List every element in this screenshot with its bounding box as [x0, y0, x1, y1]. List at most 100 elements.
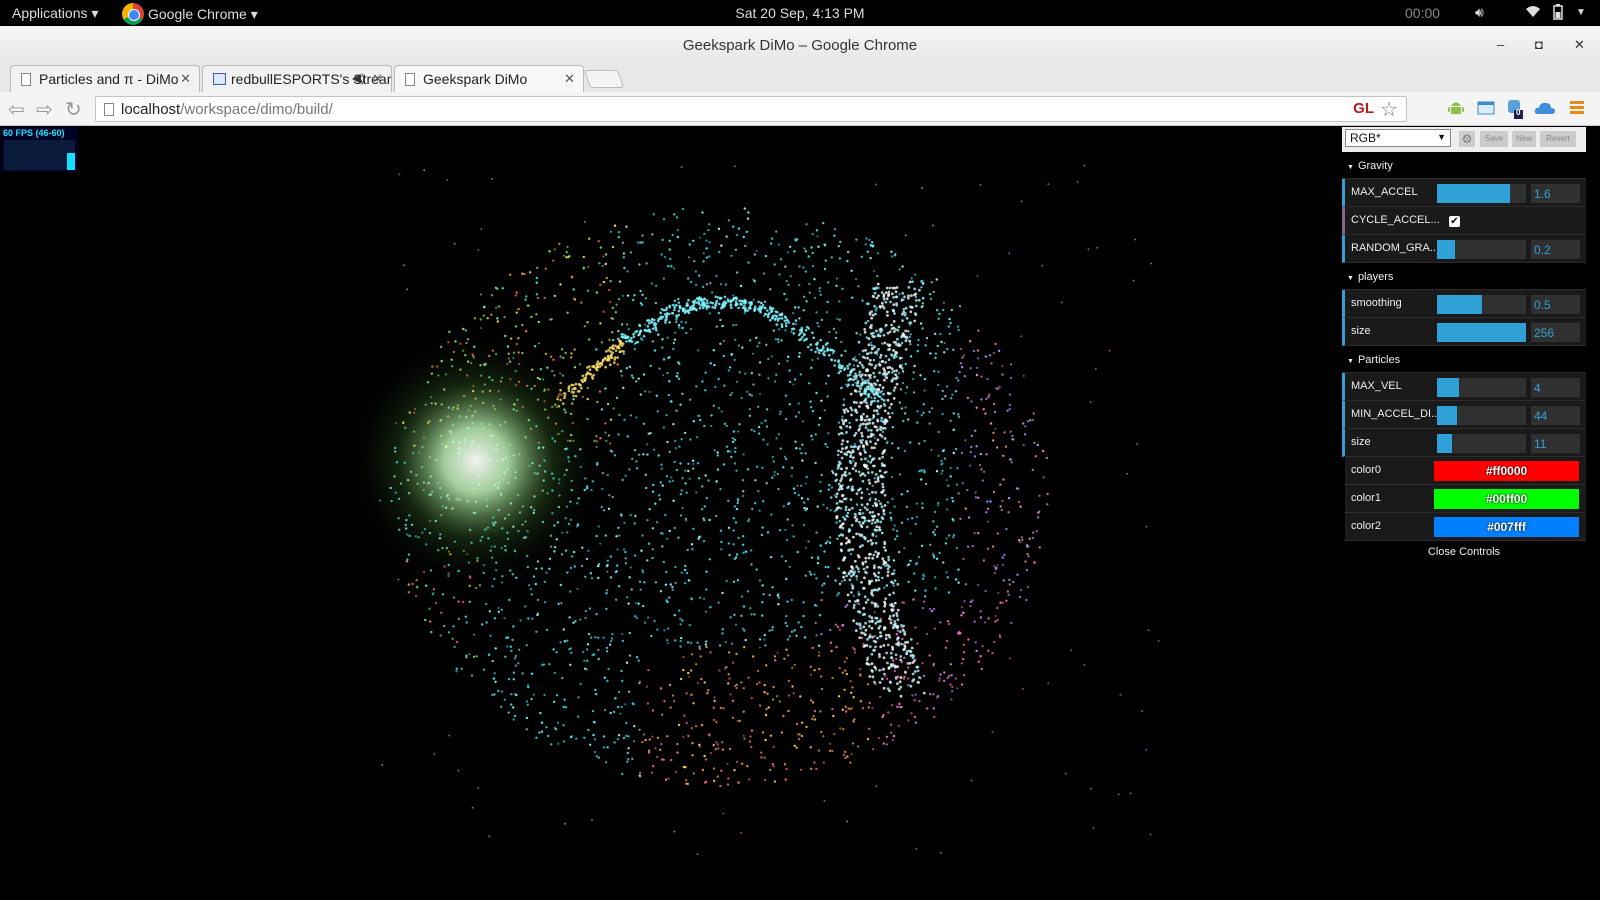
particle-size-slider[interactable] — [1437, 434, 1526, 453]
new-tab-button[interactable] — [583, 70, 625, 88]
smoothing-input[interactable]: 0.5 — [1531, 295, 1580, 314]
clock[interactable]: Sat 20 Sep, 4:13 PM — [0, 5, 1600, 21]
system-menu-arrow-icon[interactable]: ▼ — [1576, 7, 1586, 18]
control-max-vel[interactable]: MAX_VEL 4 — [1342, 373, 1586, 401]
preset-select[interactable]: RGB* ▼ — [1345, 129, 1451, 147]
player-size-input[interactable]: 256 — [1531, 323, 1580, 342]
control-label: MIN_ACCEL_DI... — [1351, 408, 1441, 420]
tab-label: redbullESPORTS's Stream — [231, 71, 392, 87]
cloud-extension-icon[interactable] — [1534, 99, 1555, 117]
tab-close-icon[interactable]: ✕ — [180, 71, 191, 87]
random-grav-input[interactable]: 0.2 — [1531, 240, 1580, 259]
control-cycle-accel[interactable]: CYCLE_ACCEL... ✔ — [1342, 207, 1586, 235]
tab-strip: Particles and π - DiMo ✕ redbullESPORTS'… — [0, 60, 1600, 92]
folder-gravity[interactable]: ▼ Gravity — [1342, 152, 1586, 179]
url-text[interactable]: localhost/workspace/dimo/build/ — [121, 101, 333, 118]
folder-open-icon: ▼ — [1347, 164, 1354, 171]
close-controls-button[interactable]: Close Controls — [1342, 541, 1586, 561]
audio-playing-icon[interactable]: ◀) — [352, 71, 365, 85]
control-label: MAX_VEL — [1351, 380, 1402, 392]
window-extension-icon[interactable] — [1477, 99, 1495, 117]
control-color2[interactable]: color2 #007fff — [1342, 513, 1586, 541]
gear-icon[interactable]: ⚙ — [1459, 131, 1475, 147]
extension-badge-count: 0 — [1516, 108, 1521, 117]
tab-label: Particles and π - DiMo — [39, 71, 179, 87]
notification-extension-icon[interactable]: 0 — [1506, 99, 1524, 119]
page-content: 60 FPS (46-60) RGB* ▼ ⚙ Save New Revert ▼… — [0, 127, 1600, 900]
tab-close-icon[interactable]: ✕ — [564, 71, 575, 87]
window-title: Geekspark DiMo – Google Chrome — [682, 37, 918, 54]
control-label: RANDOM_GRA... — [1351, 242, 1440, 254]
control-label: color1 — [1351, 492, 1381, 504]
reload-icon[interactable]: ↻ — [65, 97, 82, 122]
control-label: CYCLE_ACCEL... — [1351, 214, 1440, 226]
control-label: MAX_ACCEL — [1351, 186, 1418, 198]
preset-bar: RGB* ▼ ⚙ Save New Revert — [1342, 127, 1586, 152]
wifi-icon[interactable] — [1525, 4, 1541, 21]
address-bar[interactable]: localhost/workspace/dimo/build/ GL ☆ — [95, 96, 1407, 122]
color2-swatch[interactable]: #007fff — [1434, 517, 1579, 537]
browser-toolbar: ⇦ ⇨ ↻ localhost/workspace/dimo/build/ GL… — [0, 92, 1600, 126]
control-max-accel[interactable]: MAX_ACCEL 1.6 — [1342, 179, 1586, 207]
control-min-accel-dist[interactable]: MIN_ACCEL_DI... 44 — [1342, 401, 1586, 429]
control-random-grav[interactable]: RANDOM_GRA... 0.2 — [1342, 235, 1586, 263]
revert-button[interactable]: Revert — [1540, 131, 1576, 147]
battery-icon[interactable] — [1553, 4, 1563, 23]
control-player-size[interactable]: size 256 — [1342, 318, 1586, 346]
page-icon — [405, 73, 415, 86]
volume-icon[interactable]: 🔊︎ — [1475, 4, 1484, 21]
color1-swatch[interactable]: #00ff00 — [1434, 489, 1579, 509]
tab-particles[interactable]: Particles and π - DiMo ✕ — [10, 65, 200, 92]
bookmark-star-icon[interactable]: ☆ — [1380, 97, 1398, 122]
tab-redbull[interactable]: redbullESPORTS's Stream ◀) ✕ — [202, 65, 392, 92]
new-button[interactable]: New — [1512, 131, 1536, 147]
system-top-bar: Applications ▾ Google Chrome ▾ Sat 20 Se… — [0, 0, 1600, 26]
max-accel-slider[interactable] — [1437, 184, 1526, 203]
control-label: smoothing — [1351, 297, 1402, 309]
page-info-icon[interactable] — [104, 103, 114, 116]
tab-geekspark[interactable]: Geekspark DiMo ✕ — [394, 65, 584, 92]
max-vel-input[interactable]: 4 — [1531, 378, 1580, 397]
control-label: color0 — [1351, 464, 1381, 476]
tab-close-icon[interactable]: ✕ — [372, 71, 383, 87]
player-glow — [346, 331, 606, 591]
android-extension-icon[interactable] — [1447, 99, 1465, 117]
folder-open-icon: ▼ — [1347, 275, 1354, 282]
fps-graph — [4, 140, 75, 170]
control-label: size — [1351, 325, 1371, 337]
min-accel-dist-slider[interactable] — [1437, 406, 1526, 425]
webgl-badge[interactable]: GL — [1353, 100, 1374, 117]
cycle-accel-checkbox[interactable]: ✔ — [1449, 216, 1460, 227]
control-label: color2 — [1351, 520, 1381, 532]
fps-meter: 60 FPS (46-60) — [1, 127, 78, 172]
forward-icon[interactable]: ⇨ — [36, 97, 53, 122]
min-accel-dist-input[interactable]: 44 — [1531, 406, 1580, 425]
fps-bar — [67, 152, 75, 170]
max-accel-input[interactable]: 1.6 — [1531, 184, 1580, 203]
player-size-slider[interactable] — [1437, 323, 1526, 342]
control-color0[interactable]: color0 #ff0000 — [1342, 457, 1586, 485]
page-icon — [21, 73, 31, 86]
max-vel-slider[interactable] — [1437, 378, 1526, 397]
smoothing-slider[interactable] — [1437, 295, 1526, 314]
random-grav-slider[interactable] — [1437, 240, 1526, 259]
control-smoothing[interactable]: smoothing 0.5 — [1342, 290, 1586, 318]
particle-size-input[interactable]: 11 — [1531, 434, 1580, 453]
close-window-icon[interactable]: ✕ — [1574, 37, 1585, 53]
chevron-down-icon: ▼ — [1437, 132, 1446, 142]
tab-label: Geekspark DiMo — [423, 71, 528, 87]
color0-swatch[interactable]: #ff0000 — [1434, 461, 1579, 481]
fps-label: 60 FPS (46-60) — [3, 128, 65, 138]
minimize-icon[interactable]: ‒ — [1497, 37, 1504, 52]
maximize-icon[interactable]: ◘ — [1535, 37, 1543, 52]
folder-particles[interactable]: ▼ Particles — [1342, 346, 1586, 373]
control-color1[interactable]: color1 #00ff00 — [1342, 485, 1586, 513]
timer[interactable]: 00:00 — [1405, 5, 1440, 21]
folder-players[interactable]: ▼ players — [1342, 263, 1586, 290]
control-label: size — [1351, 436, 1371, 448]
back-icon[interactable]: ⇦ — [8, 97, 25, 122]
window-titlebar: Geekspark DiMo – Google Chrome ‒ ◘ ✕ — [0, 26, 1600, 60]
save-button[interactable]: Save — [1480, 131, 1508, 147]
chrome-menu-icon[interactable] — [1570, 99, 1588, 117]
control-particle-size[interactable]: size 11 — [1342, 429, 1586, 457]
